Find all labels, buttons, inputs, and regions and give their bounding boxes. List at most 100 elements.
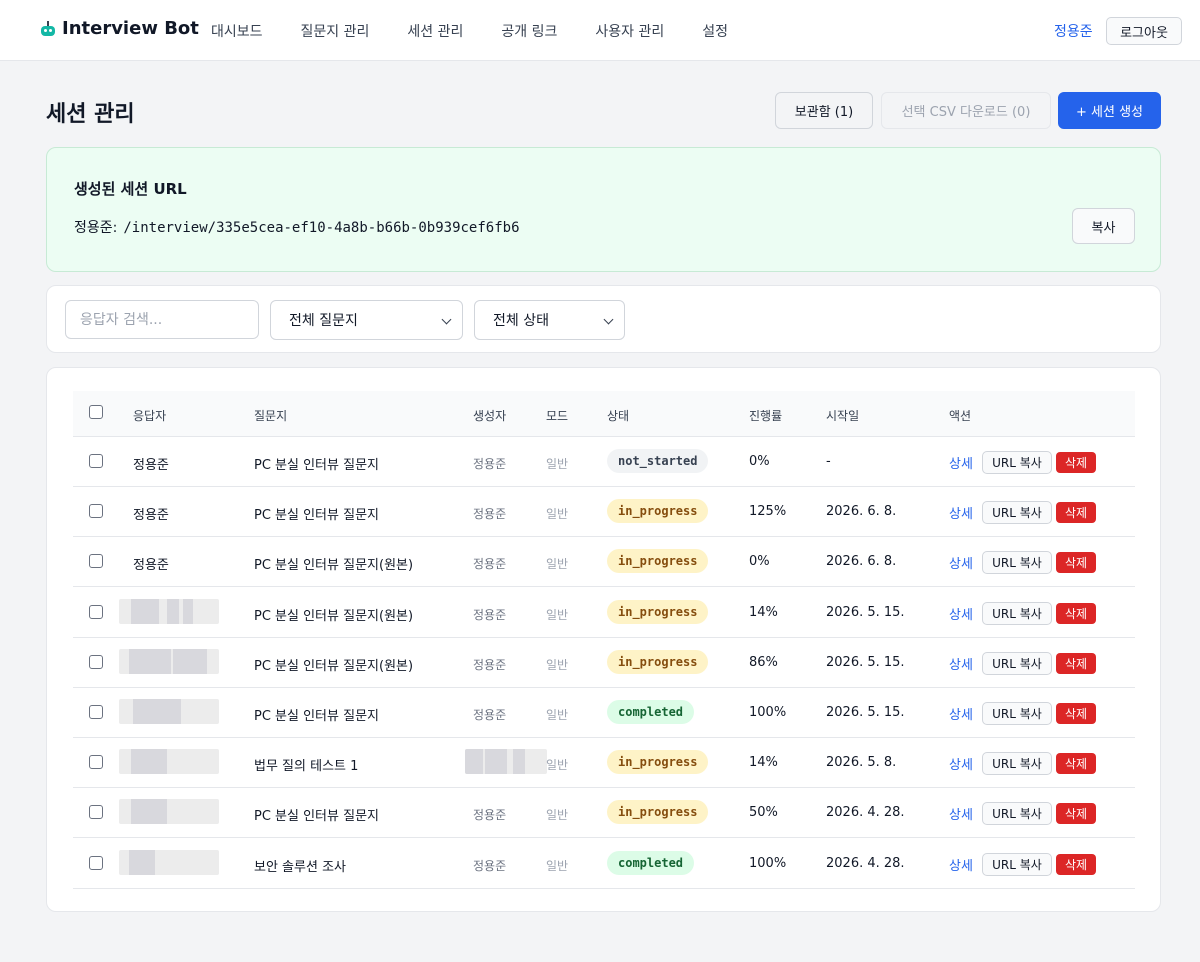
create-session-button[interactable]: + 세션 생성 xyxy=(1058,92,1161,129)
page-title: 세션 관리 xyxy=(46,102,135,127)
detail-link[interactable]: 상세 xyxy=(949,503,973,522)
redacted-respondent xyxy=(119,699,219,724)
robot-icon xyxy=(40,20,56,37)
header-questionnaire: 질문지 xyxy=(254,409,288,423)
url-owner: 정용준: xyxy=(74,220,118,236)
status-badge: completed xyxy=(607,700,695,724)
archive-button[interactable]: 보관함 (1) xyxy=(775,92,873,129)
cell-mode: 일반 xyxy=(546,607,569,622)
row-checkbox[interactable] xyxy=(89,454,103,468)
cell-questionnaire: PC 분실 인터뷰 질문지(원본) xyxy=(254,658,414,674)
detail-link[interactable]: 상세 xyxy=(949,453,973,472)
status-badge: in_progress xyxy=(607,599,709,624)
detail-link[interactable]: 상세 xyxy=(949,604,973,623)
cell-creator: 정용준 xyxy=(473,708,507,722)
status-badge: in_progress xyxy=(607,549,709,574)
table-header: 응답자 질문지 생성자 모드 상태 진행률 시작일 액션 xyxy=(73,391,1135,437)
cell-start-date: - xyxy=(826,454,831,469)
detail-link[interactable]: 상세 xyxy=(949,855,973,874)
delete-button[interactable]: 삭제 xyxy=(1056,502,1096,524)
delete-button[interactable]: 삭제 xyxy=(1056,452,1096,473)
table-row: 정용준 PC 분실 인터뷰 질문지 정용준 일반 not_started 0% - 상세 URL… xyxy=(73,437,1135,487)
cell-progress: 50% xyxy=(749,805,778,821)
cell-creator: 정용준 xyxy=(473,657,507,672)
respondent-search-input[interactable] xyxy=(65,300,259,339)
cell-progress: 125% xyxy=(749,504,787,520)
row-checkbox[interactable] xyxy=(89,604,103,619)
top-nav: Interview Bot 대시보드 질문지 관리 세션 관리 공개 링크 사용… xyxy=(0,0,1200,61)
cell-start-date: 2026. 6. 8. xyxy=(826,504,897,520)
row-checkbox[interactable] xyxy=(89,755,103,770)
delete-button[interactable]: 삭제 xyxy=(1056,652,1096,674)
cell-progress: 0% xyxy=(749,454,770,469)
delete-button[interactable]: 삭제 xyxy=(1056,753,1096,775)
copy-url-row-button[interactable]: URL 복사 xyxy=(982,852,1052,876)
detail-link[interactable]: 상세 xyxy=(949,754,973,773)
delete-button[interactable]: 삭제 xyxy=(1056,552,1096,574)
cell-questionnaire: PC 분실 인터뷰 질문지 xyxy=(254,508,379,524)
delete-button[interactable]: 삭제 xyxy=(1056,602,1096,624)
delete-button[interactable]: 삭제 xyxy=(1056,853,1096,875)
detail-link[interactable]: 상세 xyxy=(949,654,973,673)
cell-respondent: 정용준 xyxy=(133,558,169,574)
chevron-down-icon xyxy=(603,314,614,325)
cell-respondent: 정용준 xyxy=(133,508,169,524)
nav-link-users[interactable]: 사용자 관리 xyxy=(595,21,664,41)
cell-start-date: 2026. 5. 15. xyxy=(826,604,905,620)
cell-mode: 일반 xyxy=(546,507,569,522)
detail-link[interactable]: 상세 xyxy=(949,804,973,823)
row-checkbox[interactable] xyxy=(89,654,103,669)
delete-button[interactable]: 삭제 xyxy=(1056,703,1096,724)
cell-mode: 일반 xyxy=(546,858,569,873)
logout-button[interactable]: 로그아웃 xyxy=(1106,17,1182,45)
current-user[interactable]: 정용준 xyxy=(1054,21,1093,41)
copy-url-row-button[interactable]: URL 복사 xyxy=(982,551,1052,575)
detail-link[interactable]: 상세 xyxy=(949,553,973,572)
cell-start-date: 2026. 4. 28. xyxy=(826,805,905,821)
cell-questionnaire: PC 분실 인터뷰 질문지 xyxy=(254,809,379,825)
status-badge: in_progress xyxy=(607,750,709,775)
cell-creator: 정용준 xyxy=(473,858,507,873)
cell-start-date: 2026. 5. 8. xyxy=(826,755,897,771)
cell-mode: 일반 xyxy=(546,557,569,572)
brand-name: Interview Bot xyxy=(62,18,199,39)
questionnaire-select[interactable]: 전체 질문지 xyxy=(270,300,463,340)
nav-link-questionnaires[interactable]: 질문지 관리 xyxy=(301,21,370,41)
copy-url-row-button[interactable]: URL 복사 xyxy=(982,651,1052,675)
detail-link[interactable]: 상세 xyxy=(949,704,973,723)
copy-url-row-button[interactable]: URL 복사 xyxy=(982,501,1052,525)
csv-download-button[interactable]: 선택 CSV 다운로드 (0) xyxy=(881,92,1051,129)
cell-start-date: 2026. 4. 28. xyxy=(826,855,905,871)
cell-start-date: 2026. 6. 8. xyxy=(826,554,897,570)
header-respondent: 응답자 xyxy=(133,409,167,423)
copy-url-row-button[interactable]: URL 복사 xyxy=(982,752,1052,776)
cell-questionnaire: PC 분실 인터뷰 질문지(원본) xyxy=(254,608,414,624)
nav-links: 대시보드 질문지 관리 세션 관리 공개 링크 사용자 관리 설정 xyxy=(192,21,747,41)
redacted-respondent xyxy=(119,749,219,775)
copy-url-row-button[interactable]: URL 복사 xyxy=(982,451,1052,474)
copy-url-row-button[interactable]: URL 복사 xyxy=(982,601,1052,625)
nav-link-dashboard[interactable]: 대시보드 xyxy=(211,21,263,41)
row-checkbox[interactable] xyxy=(89,554,103,569)
copy-url-button[interactable]: 복사 xyxy=(1072,208,1135,244)
nav-link-public-links[interactable]: 공개 링크 xyxy=(501,21,557,41)
header-mode: 모드 xyxy=(546,409,569,423)
row-checkbox[interactable] xyxy=(89,855,103,870)
copy-url-row-button[interactable]: URL 복사 xyxy=(982,702,1052,725)
cell-progress: 86% xyxy=(749,654,778,670)
nav-link-settings[interactable]: 설정 xyxy=(702,21,728,41)
status-select-value: 전체 상태 xyxy=(493,313,549,329)
cell-mode: 일반 xyxy=(546,758,569,773)
generated-url-card: 생성된 세션 URL 정용준: /interview/335e5cea-ef10-… xyxy=(46,147,1161,272)
status-select[interactable]: 전체 상태 xyxy=(474,300,625,340)
row-checkbox[interactable] xyxy=(89,504,103,519)
delete-button[interactable]: 삭제 xyxy=(1056,803,1096,825)
row-checkbox[interactable] xyxy=(89,705,103,719)
nav-link-sessions[interactable]: 세션 관리 xyxy=(407,21,463,41)
header-actions: 액션 xyxy=(949,409,972,423)
brand[interactable]: Interview Bot xyxy=(40,18,199,39)
select-all-checkbox[interactable] xyxy=(89,405,103,419)
copy-url-row-button[interactable]: URL 복사 xyxy=(982,802,1052,826)
row-checkbox[interactable] xyxy=(89,805,103,820)
header-status: 상태 xyxy=(607,409,630,423)
